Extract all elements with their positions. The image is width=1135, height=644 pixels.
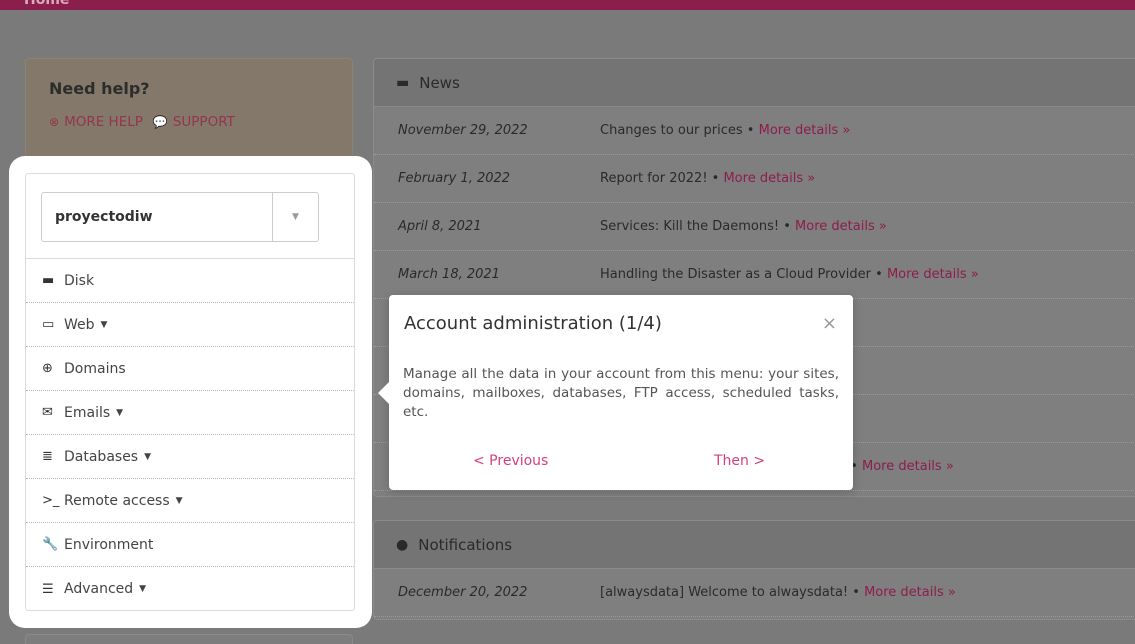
newspaper-icon: ▬ bbox=[396, 74, 410, 91]
support-link[interactable]: 💬 SUPPORT bbox=[153, 114, 235, 130]
caret-down-icon: ▼ bbox=[175, 495, 183, 506]
news-row: April 8, 2021 Services: Kill the Daemons!… bbox=[374, 203, 1135, 251]
account-select[interactable]: proyectodiw ▼ bbox=[41, 192, 319, 242]
sidebar-item-label: Domains bbox=[64, 360, 126, 377]
news-item-text: Handling the Disaster as a Cloud Provide… bbox=[600, 267, 979, 282]
news-row: February 1, 2022 Report for 2022! • More … bbox=[374, 155, 1135, 203]
sidebar-item-label: Web bbox=[64, 316, 95, 333]
news-item-text: Report for 2022! • More details » bbox=[600, 171, 815, 186]
terminal-icon: >_ bbox=[42, 493, 60, 508]
caret-down-icon: ▼ bbox=[100, 319, 108, 330]
more-help-label: MORE HELP bbox=[64, 114, 143, 130]
news-item-text: Changes to our prices • More details » bbox=[600, 123, 850, 138]
news-date: February 1, 2022 bbox=[398, 171, 511, 186]
sidebar-menu: proyectodiw ▼ ▬ Disk ▭ Web ▼ ⊕ Domains ✉ Emails ▼… bbox=[25, 173, 355, 611]
lower-sidebar-box bbox=[25, 634, 353, 644]
monitor-icon: ▭ bbox=[42, 317, 55, 332]
more-details-link[interactable]: More details » bbox=[795, 219, 887, 234]
sidebar-item-label: Remote access bbox=[64, 492, 170, 509]
news-row: November 29, 2022 Changes to our prices •… bbox=[374, 107, 1135, 155]
sidebar-item-databases[interactable]: ≣ Databases ▼ bbox=[26, 435, 354, 479]
news-date: March 18, 2021 bbox=[398, 267, 500, 282]
caret-down-icon: ▼ bbox=[139, 584, 147, 594]
envelope-icon: ✉ bbox=[42, 405, 53, 420]
menu-highlight-panel: proyectodiw ▼ ▬ Disk ▭ Web ▼ ⊕ Domains ✉ Emails ▼… bbox=[9, 156, 372, 628]
page-title: Home bbox=[24, 0, 70, 8]
sidebar-item-disk[interactable]: ▬ Disk bbox=[26, 259, 354, 303]
sidebar-item-label: Advanced bbox=[64, 581, 134, 597]
news-title: News bbox=[419, 73, 460, 92]
next-button[interactable]: Then > bbox=[714, 453, 765, 469]
sidebar-item-remote-access[interactable]: >_ Remote access ▼ bbox=[26, 479, 354, 523]
news-headline: Handling the Disaster as a Cloud Provide… bbox=[600, 267, 872, 282]
notification-text: [alwaysdata] Welcome to alwaysdata! • Mo… bbox=[600, 585, 956, 600]
comment-icon: ● bbox=[396, 536, 409, 553]
more-help-link[interactable]: ⊗ MORE HELP bbox=[49, 114, 143, 130]
caret-down-icon: ▼ bbox=[144, 451, 152, 462]
disk-icon: ▬ bbox=[42, 273, 55, 288]
more-details-link[interactable]: More details » bbox=[862, 459, 954, 474]
more-details-link[interactable]: More details » bbox=[759, 123, 851, 138]
separator-dot: • bbox=[707, 171, 724, 186]
separator-dot: • bbox=[742, 123, 759, 138]
globe-icon: ⊕ bbox=[42, 361, 53, 376]
help-title: Need help? bbox=[49, 79, 150, 98]
sidebar-item-emails[interactable]: ✉ Emails ▼ bbox=[26, 391, 354, 435]
database-icon: ≣ bbox=[42, 449, 53, 464]
top-header-bar: Home bbox=[0, 0, 1135, 10]
account-select-value: proyectodiw bbox=[55, 209, 153, 225]
news-item-text: Services: Kill the Daemons! • More detai… bbox=[600, 219, 887, 234]
more-details-link[interactable]: More details » bbox=[864, 585, 956, 600]
support-label: SUPPORT bbox=[172, 114, 235, 130]
separator-dot: • bbox=[779, 219, 796, 234]
sidebar-item-label: Databases bbox=[64, 448, 139, 465]
help-box: Need help? ⊗ MORE HELP 💬 SUPPORT bbox=[25, 58, 353, 158]
server-icon: ☰ bbox=[42, 581, 54, 597]
more-details-link[interactable]: More details » bbox=[887, 267, 979, 282]
notifications-header: ● Notifications bbox=[374, 521, 1135, 569]
wrench-icon: 🔧 bbox=[42, 537, 59, 552]
chat-icon: 💬 bbox=[152, 115, 168, 129]
sidebar-item-web[interactable]: ▭ Web ▼ bbox=[26, 303, 354, 347]
sidebar-item-label: Emails bbox=[64, 404, 111, 421]
popover-body: Manage all the data in your account from… bbox=[403, 366, 839, 420]
sidebar-item-domains[interactable]: ⊕ Domains bbox=[26, 347, 354, 391]
notification-headline: [alwaysdata] Welcome to alwaysdata! bbox=[600, 585, 849, 600]
close-icon[interactable]: × bbox=[822, 313, 837, 334]
news-date: November 29, 2022 bbox=[398, 123, 528, 138]
menu-list: ▬ Disk ▭ Web ▼ ⊕ Domains ✉ Emails ▼ ≣ Databases ▼ >_ R… bbox=[26, 258, 354, 611]
sidebar-item-advanced[interactable]: ☰ Advanced ▼ bbox=[26, 567, 354, 611]
chevron-down-icon[interactable]: ▼ bbox=[272, 193, 318, 241]
help-links: ⊗ MORE HELP 💬 SUPPORT bbox=[49, 114, 235, 130]
sidebar-item-label: Environment bbox=[64, 536, 154, 553]
notification-date: December 20, 2022 bbox=[398, 585, 528, 600]
sidebar-item-label: Disk bbox=[64, 272, 95, 289]
notification-row: December 20, 2022 [alwaysdata] Welcome to… bbox=[374, 569, 1135, 617]
notifications-title: Notifications bbox=[418, 535, 513, 554]
caret-down-icon: ▼ bbox=[116, 407, 124, 418]
popover-title: Account administration (1/4) bbox=[404, 313, 662, 334]
sidebar-item-environment[interactable]: 🔧 Environment bbox=[26, 523, 354, 567]
tour-popover: Account administration (1/4) × Manage al… bbox=[378, 295, 853, 490]
help-circle-icon: ⊗ bbox=[49, 115, 60, 129]
separator-dot: • bbox=[848, 585, 865, 600]
news-date: April 8, 2021 bbox=[398, 219, 482, 234]
news-headline: Services: Kill the Daemons! bbox=[600, 219, 780, 234]
previous-button[interactable]: < Previous bbox=[473, 453, 548, 469]
more-details-link[interactable]: More details » bbox=[723, 171, 815, 186]
news-row: March 18, 2021 Handling the Disaster as a… bbox=[374, 251, 1135, 299]
separator-dot: • bbox=[871, 267, 887, 282]
notifications-list: December 20, 2022 [alwaysdata] Welcome to… bbox=[374, 569, 1135, 617]
news-headline: Changes to our prices bbox=[600, 123, 743, 138]
notifications-panel: ● Notifications December 20, 2022 [always… bbox=[373, 520, 1135, 620]
news-headline: Report for 2022! bbox=[600, 171, 708, 186]
news-header: ▬ News bbox=[374, 59, 1135, 107]
popover-arrow bbox=[378, 381, 390, 405]
